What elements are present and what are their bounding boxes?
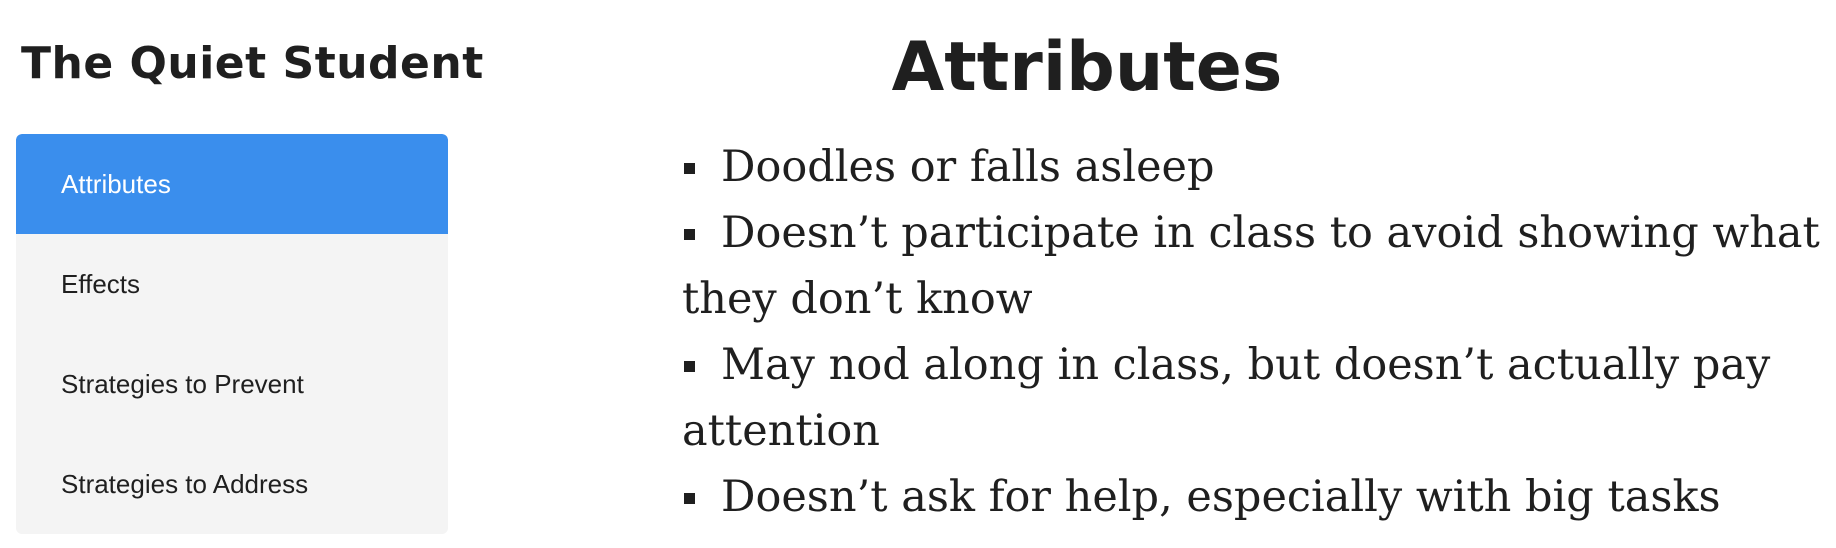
sidebar-item-strategies-to-prevent[interactable]: Strategies to Prevent	[16, 334, 448, 434]
square-bullet-icon	[684, 492, 695, 504]
sidebar-item-strategies-to-address[interactable]: Strategies to Address	[16, 434, 448, 534]
sidebar-item-effects[interactable]: Effects	[16, 234, 448, 334]
list-item-text: Doesn’t ask for help, especially with bi…	[721, 472, 1721, 522]
list-item-text: May nod along in class, but doesn’t actu…	[682, 340, 1771, 456]
sidebar-title: The Quiet Student	[21, 38, 484, 89]
sidebar-item-label: Strategies to Prevent	[61, 368, 304, 399]
square-bullet-icon	[684, 360, 695, 372]
sidebar-nav: Attributes Effects Strategies to Prevent…	[16, 134, 448, 534]
list-item: Doodles or falls asleep	[682, 134, 1832, 200]
content-heading: Attributes	[891, 28, 1283, 107]
list-item-text: Doesn’t participate in class to avoid sh…	[682, 208, 1820, 324]
list-item: Doesn’t ask for help, especially with bi…	[682, 464, 1832, 530]
list-item-text: Doodles or falls asleep	[721, 142, 1215, 192]
sidebar-item-label: Effects	[61, 268, 141, 299]
list-item: May nod along in class, but doesn’t actu…	[682, 332, 1832, 464]
sidebar-item-label: Attributes	[61, 168, 171, 199]
sidebar-item-attributes[interactable]: Attributes	[16, 134, 448, 234]
list-item: Doesn’t participate in class to avoid sh…	[682, 200, 1832, 332]
square-bullet-icon	[684, 162, 695, 174]
attributes-list: Doodles or falls asleep Doesn’t particip…	[682, 134, 1832, 530]
sidebar-item-label: Strategies to Address	[61, 468, 309, 499]
square-bullet-icon	[684, 228, 695, 240]
